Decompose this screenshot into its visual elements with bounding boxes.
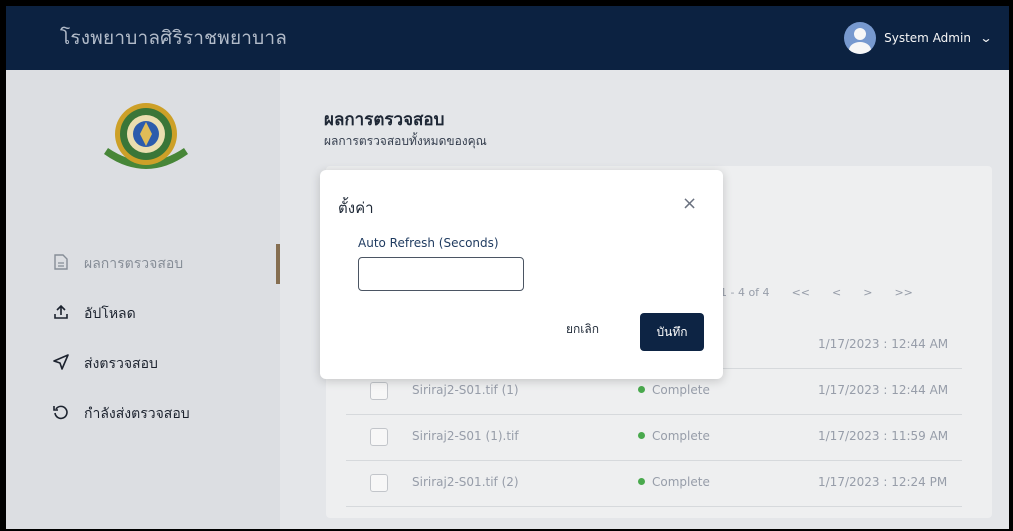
dialog-title: ตั้งค่า xyxy=(338,199,374,217)
settings-dialog: ตั้งค่า × Auto Refresh (Seconds) ยกเลิก … xyxy=(320,170,723,379)
app-window: โรงพยาบาลศิริราชพยาบาล System Admin ⌄ ผล… xyxy=(6,6,1009,529)
auto-refresh-input[interactable] xyxy=(358,257,524,291)
save-button[interactable]: บันทึก xyxy=(640,313,704,351)
close-icon[interactable]: × xyxy=(682,193,697,214)
cancel-button[interactable]: ยกเลิก xyxy=(566,320,599,339)
auto-refresh-label: Auto Refresh (Seconds) xyxy=(358,236,499,250)
